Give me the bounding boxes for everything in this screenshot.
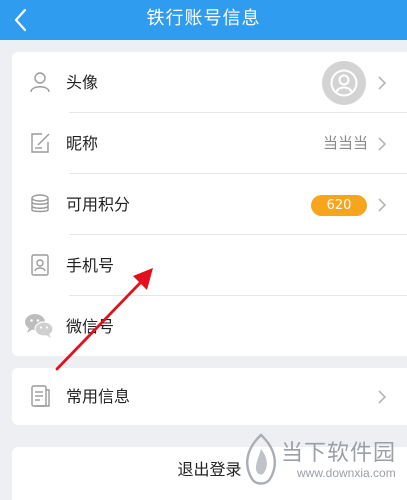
coins-stack-icon bbox=[31, 194, 49, 213]
page-title: 铁行账号信息 bbox=[146, 8, 261, 29]
avatar-label: 头像 bbox=[66, 73, 99, 92]
edit-note-icon bbox=[31, 133, 50, 153]
document-list-icon bbox=[31, 385, 50, 407]
wechat-icon bbox=[25, 314, 54, 338]
nickname-row[interactable]: 昵称 当当当 bbox=[12, 113, 407, 174]
user-icon bbox=[30, 72, 50, 93]
common-info-row[interactable]: 常用信息 bbox=[12, 368, 407, 425]
wechat-label: 微信号 bbox=[66, 317, 115, 336]
common-info-label: 常用信息 bbox=[66, 387, 131, 406]
chevron-right-icon bbox=[378, 137, 387, 151]
points-badge: 620 bbox=[311, 195, 367, 216]
chevron-right-icon bbox=[378, 76, 387, 90]
avatar-placeholder-icon bbox=[330, 69, 358, 97]
points-label: 可用积分 bbox=[66, 195, 131, 214]
phone-label: 手机号 bbox=[66, 256, 115, 275]
phone-row[interactable]: 手机号 bbox=[12, 235, 407, 296]
chevron-right-icon bbox=[378, 198, 387, 212]
chevron-right-icon bbox=[378, 390, 387, 404]
common-info-card: 常用信息 bbox=[12, 368, 407, 425]
nickname-value: 当当当 bbox=[322, 134, 368, 152]
wechat-row[interactable]: 微信号 bbox=[12, 296, 407, 357]
avatar-row[interactable]: 头像 bbox=[12, 52, 407, 113]
header-bar: 铁行账号信息 bbox=[0, 0, 407, 40]
account-info-card: 头像 昵称 当当当 可用积分 620 手机号 微信号 bbox=[12, 52, 407, 356]
watermark-url: www.downxia.com bbox=[297, 466, 396, 480]
watermark: 当下软件园 www.downxia.com bbox=[242, 432, 407, 500]
points-row[interactable]: 可用积分 620 bbox=[12, 174, 407, 235]
avatar[interactable] bbox=[322, 61, 366, 105]
watermark-logo-icon bbox=[246, 433, 276, 485]
watermark-brand: 当下软件园 bbox=[281, 441, 397, 466]
id-card-icon bbox=[31, 254, 49, 276]
nickname-label: 昵称 bbox=[66, 134, 99, 153]
